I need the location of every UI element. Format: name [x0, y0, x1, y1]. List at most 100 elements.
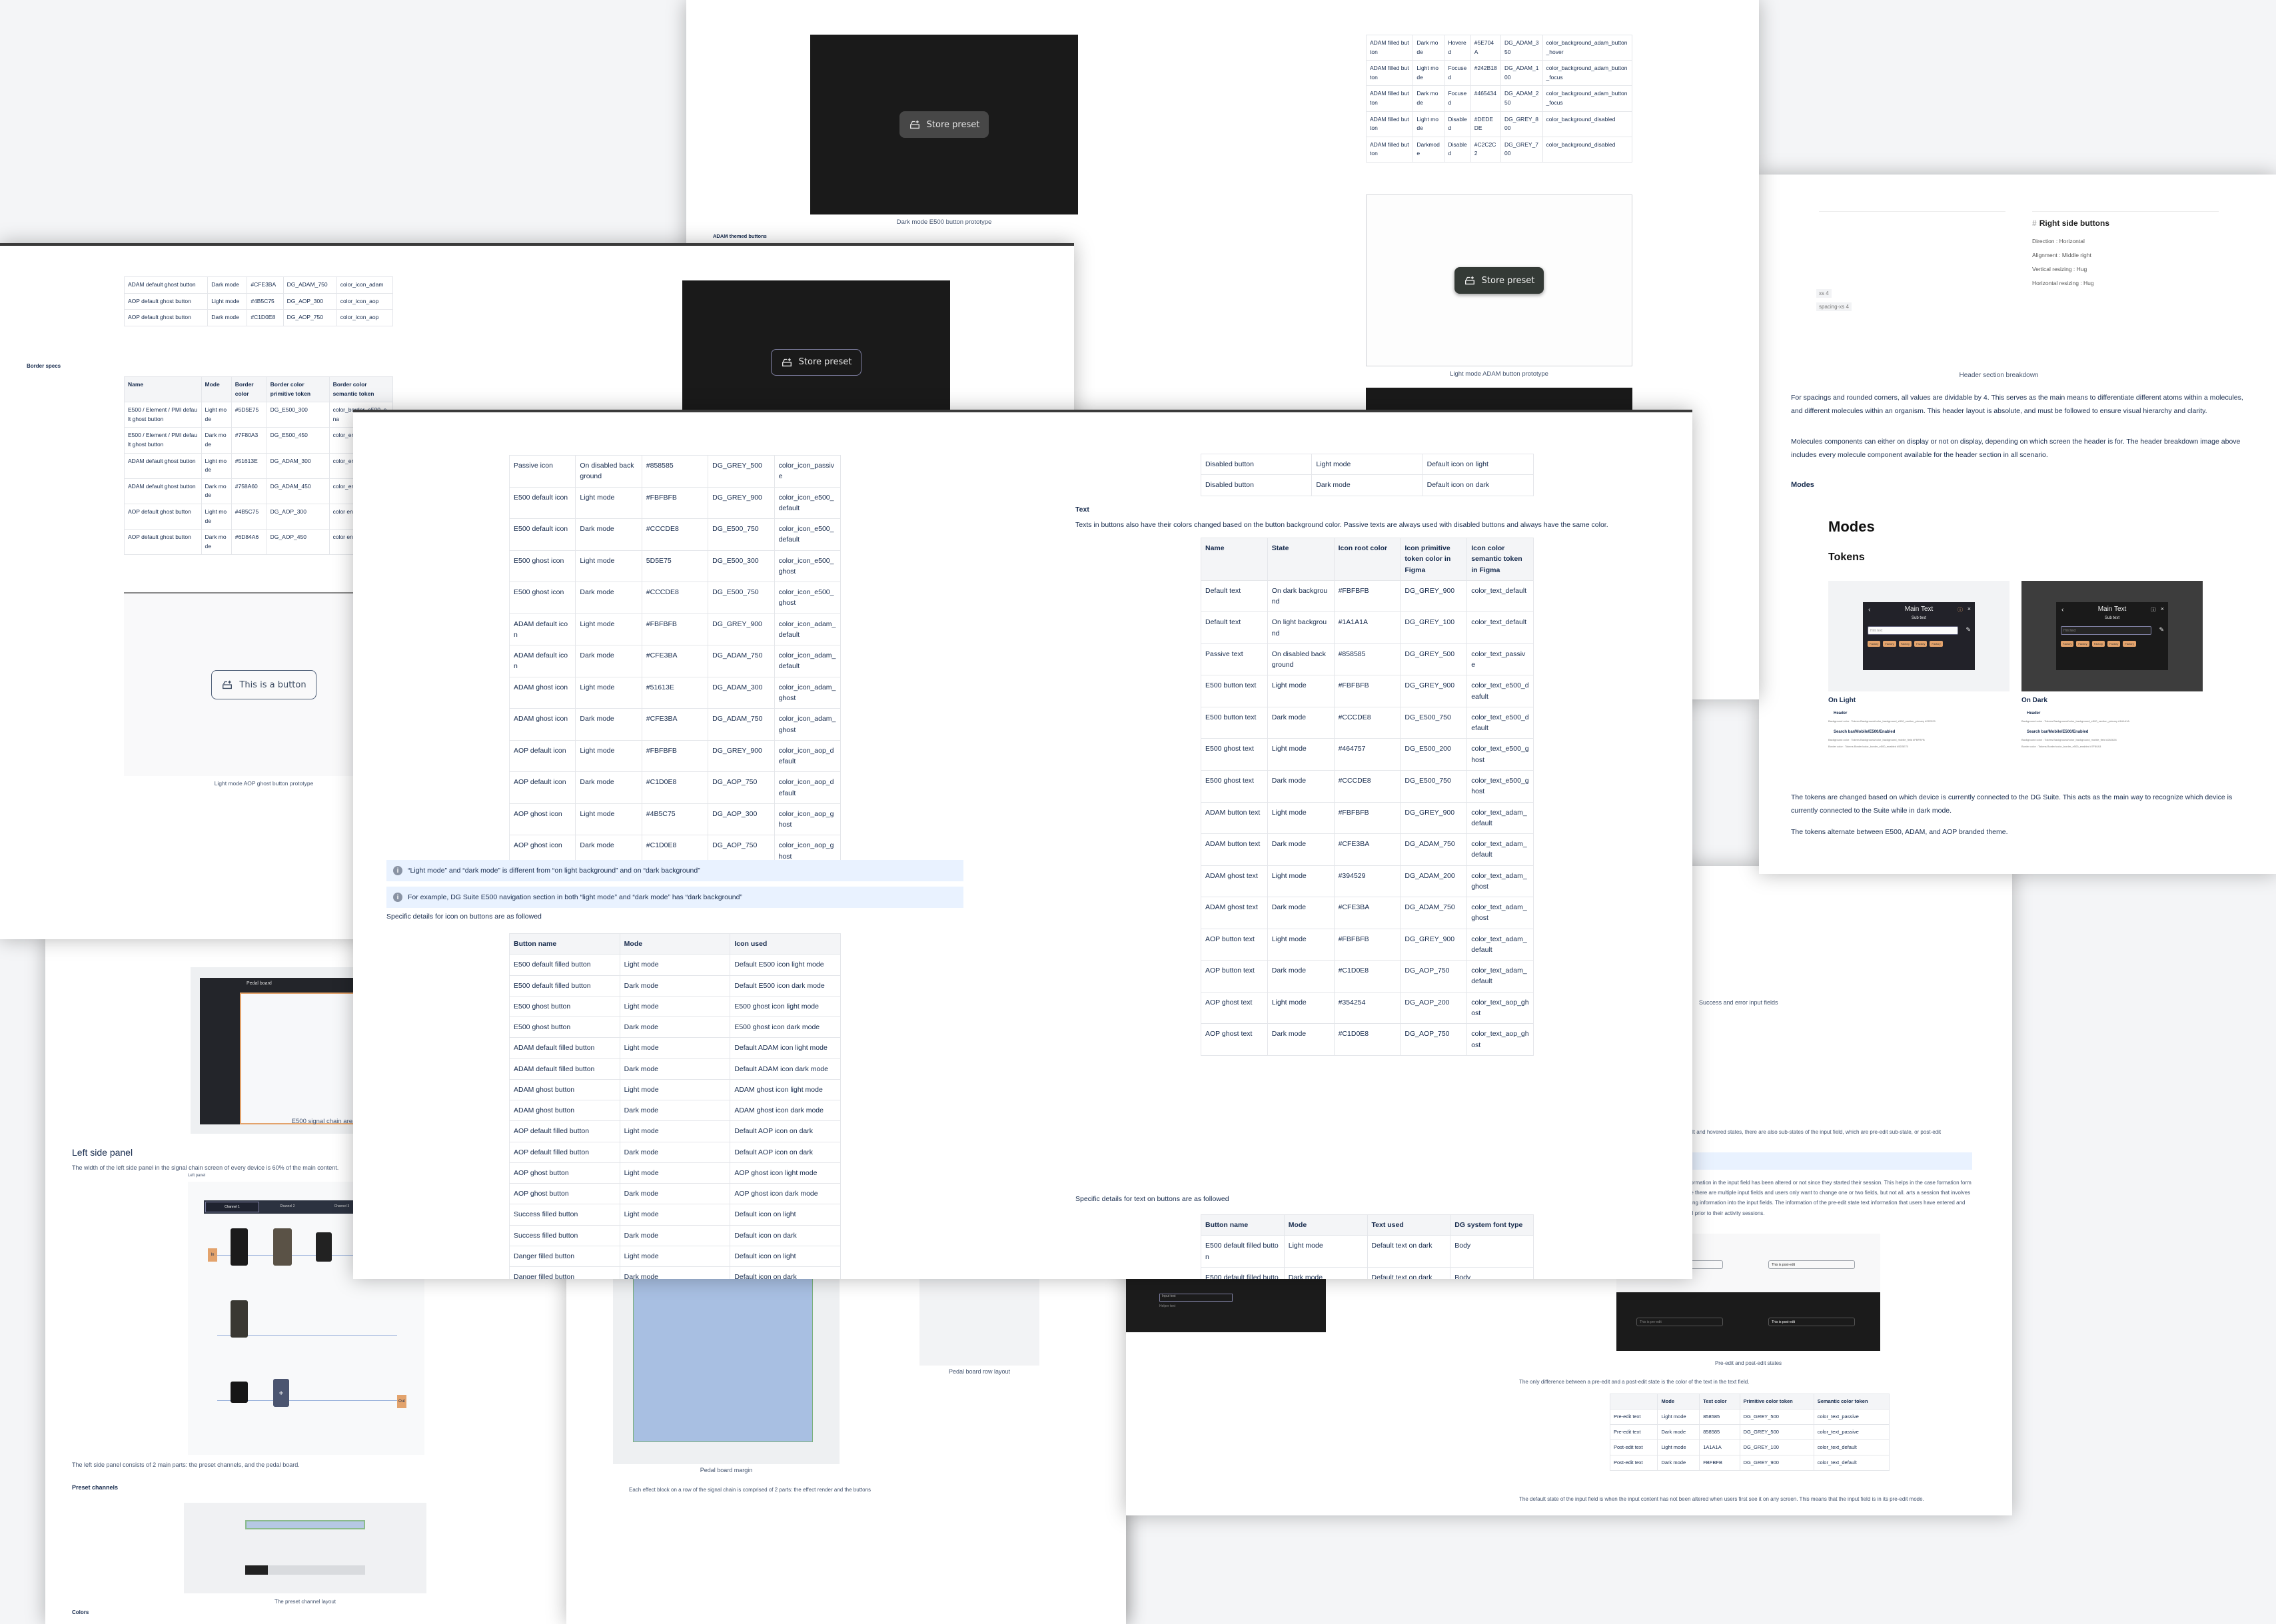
table-cell: color_icon_adam_ghost — [774, 708, 842, 741]
table-cell: E500 default filled button — [1201, 1235, 1285, 1268]
anatomy-label: Input text — [1162, 1294, 1176, 1298]
search-input[interactable]: Hint text — [1868, 626, 1958, 635]
table-cell: Light mode — [1267, 991, 1335, 1024]
table-row: E500 ghost icon Dark mode #CCCDE8 DG_E500_7… — [508, 582, 842, 614]
chip[interactable]: Factory — [2123, 641, 2136, 647]
edit-icon[interactable]: ✎ — [2159, 626, 2164, 633]
pedal[interactable] — [231, 1382, 248, 1403]
post-edit-field-light[interactable]: This is post-edit — [1768, 1260, 1855, 1269]
table-cell: ADAM ghost icon dark mode — [730, 1100, 841, 1122]
table-cell: E500 default filled button — [509, 975, 620, 997]
table-cell: #FBFBFB — [1333, 580, 1401, 613]
table-row: E500 ghost button Dark mode E500 ghost ico… — [509, 1016, 841, 1038]
column-header: DG system font type — [1450, 1214, 1534, 1236]
store-preset-ghost-button[interactable]: Store preset — [770, 348, 862, 376]
edit-icon[interactable]: ✎ — [1966, 626, 1971, 633]
chip[interactable]: Factory — [1914, 641, 1928, 647]
chip[interactable]: Factory — [1868, 641, 1881, 647]
pedal[interactable] — [231, 1228, 248, 1266]
table-cell: color_icon_passive — [774, 455, 842, 488]
table-cell: #CCCDE8 — [1333, 769, 1401, 803]
table-cell: #5D5E75 — [231, 402, 267, 428]
table-cell: DG_AOP_750 — [283, 309, 337, 326]
on-light-search-bg: Background color : Tokens Background/col… — [1828, 738, 1925, 741]
store-preset-button[interactable]: Store preset — [1454, 267, 1544, 294]
info-icon[interactable]: ⓘ — [1958, 606, 1963, 613]
table-cell: AOP default icon — [508, 739, 576, 773]
table-row: ADAM ghost text Dark mode #CFE3BA DG_ADAM_7… — [1201, 897, 1534, 929]
table-cell: AOP default filled button — [509, 1120, 620, 1142]
out-jack: Out — [397, 1395, 406, 1408]
table-row: E500 default filled button Light mode Defa… — [1201, 1235, 1534, 1268]
chip[interactable]: Factory — [2107, 641, 2121, 647]
chip[interactable]: Factory — [2076, 641, 2089, 647]
table-row: ADAM default icon Dark mode #CFE3BA DG_ADAM… — [508, 645, 842, 677]
table-cell: ADAM filled button — [1365, 136, 1414, 163]
table-cell: AOP button text — [1201, 928, 1268, 961]
channel-tab[interactable]: Channel 2 — [261, 1202, 314, 1212]
pre-edit-field-dark[interactable]: This is pre-edit — [1636, 1318, 1723, 1326]
table-cell: ADAM ghost text — [1201, 865, 1268, 898]
pedal[interactable] — [231, 1300, 248, 1338]
chip[interactable]: Factory — [1883, 641, 1896, 647]
table-row: E500 ghost icon Light mode 5D5E75 DG_E500_3… — [508, 550, 842, 583]
chip[interactable]: Factory — [1898, 641, 1912, 647]
table-cell: color_icon_e500_default — [774, 518, 842, 551]
pedal[interactable] — [273, 1228, 292, 1266]
pedal[interactable] — [316, 1232, 332, 1262]
add-effect-button[interactable]: + — [273, 1379, 289, 1407]
table-cell: Default icon on light — [1422, 453, 1534, 476]
table-cell: #CCCDE8 — [1333, 706, 1401, 739]
chip[interactable]: Factory — [2091, 641, 2105, 647]
column-header: Primitive color token — [1739, 1394, 1814, 1410]
table-row: ADAM filled button Dark mode Hovered #5E704… — [1365, 34, 1633, 61]
table-cell: DG_AOP_300 — [708, 803, 775, 836]
chip[interactable]: Factory — [1930, 641, 1943, 647]
table-cell: #5E704A — [1470, 34, 1501, 61]
table-cell: #CCCDE8 — [641, 582, 709, 614]
table-cell: E500 / Element / PMI default ghost butto… — [124, 402, 202, 428]
info-icon[interactable]: ⓘ — [2151, 606, 2156, 613]
chip[interactable]: Factory — [2061, 641, 2074, 647]
table-row: Danger filled button Light mode Default ic… — [509, 1245, 841, 1268]
table-cell: Dark mode — [619, 1224, 731, 1246]
table-row: AOP button text Light mode #FBFBFB DG_GREY_… — [1201, 928, 1534, 961]
table-cell: DG_AOP_750 — [1400, 960, 1468, 993]
table-row: Passive text On disabled background #85858… — [1201, 643, 1534, 676]
close-icon[interactable]: × — [1968, 606, 1971, 612]
table-cell: DG_AOP_750 — [1400, 1023, 1468, 1056]
layout-spec: Alignment : Middle right — [2032, 252, 2091, 258]
right-side-buttons-title: # Right side buttons — [2032, 218, 2109, 228]
frame-icon: # — [2032, 218, 2037, 228]
pre-post-table: Mode Text color Primitive color token Seman… — [1609, 1394, 1890, 1471]
right-side-buttons-specs: Direction : Horizontal Alignment : Middle… — [2032, 234, 2094, 290]
table-cell: DG_ADAM_750 — [708, 645, 775, 677]
search-input[interactable]: Hint text — [2061, 626, 2151, 635]
post-edit-field-dark[interactable]: This is post-edit — [1768, 1318, 1855, 1326]
table-cell: E500 ghost text — [1201, 738, 1268, 771]
table-row: ADAM button text Dark mode #CFE3BA DG_ADAM_… — [1201, 833, 1534, 866]
table-cell: Light mode — [1267, 865, 1335, 898]
table-cell: ADAM ghost button — [509, 1078, 620, 1101]
table-cell: Pre-edit text — [1609, 1424, 1658, 1440]
table-cell: color_text_e500_ghost — [1466, 769, 1534, 803]
table-cell: E500 default filled button — [1201, 1266, 1285, 1279]
store-preset-label: Store preset — [1481, 275, 1535, 286]
column-header: Button name — [1201, 1214, 1285, 1236]
table-cell: Dark mode — [1267, 1023, 1335, 1056]
table-cell: color_text_passive — [1466, 643, 1534, 676]
table-cell: On light background — [1267, 611, 1335, 644]
column-header: Name — [1201, 538, 1268, 581]
table-cell: Dark mode — [575, 645, 642, 677]
channel-tab[interactable]: Channel 1 — [205, 1202, 259, 1212]
close-icon[interactable]: × — [2161, 606, 2164, 612]
this-is-a-button[interactable]: This is a button — [211, 670, 316, 699]
preset-channel-layout-image — [184, 1503, 426, 1593]
table-cell: Light mode — [1267, 738, 1335, 771]
table-row: E500 default filled buttonDark modeDefau… — [1201, 1266, 1534, 1279]
success-error-caption: Success and error input fields — [1699, 999, 1778, 1006]
table-cell: On disabled background — [1267, 643, 1335, 676]
store-preset-button[interactable]: Store preset — [899, 111, 989, 138]
colors-heading: Colors — [72, 1609, 89, 1615]
table-row: Danger filled button Dark mode Default ico… — [509, 1266, 841, 1279]
